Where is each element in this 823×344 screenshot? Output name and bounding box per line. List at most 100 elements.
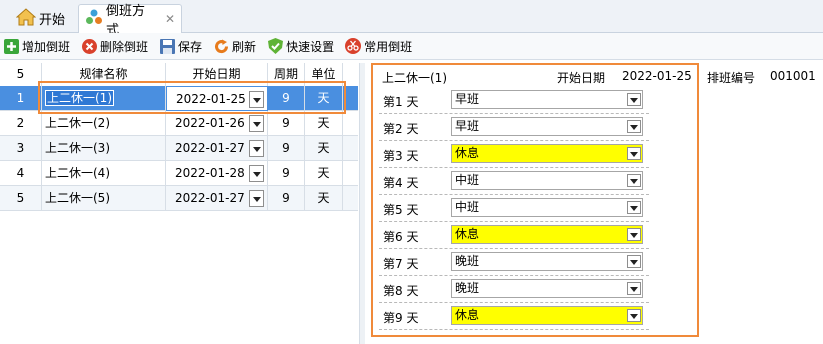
cycle-icon [85, 8, 106, 30]
dropdown-arrow-icon[interactable] [249, 190, 264, 207]
day-label: 第4 天 [383, 176, 419, 190]
day-row: 第9 天 休息 [379, 303, 649, 330]
unit-cell[interactable]: 天 [305, 111, 343, 136]
rule-name-cell[interactable]: 上二休一(5) [42, 186, 166, 211]
delete-shift-label: 删除倒班 [100, 39, 149, 54]
tab-bar: 开始 倒班方式 ✕ [0, 0, 823, 38]
shift-select[interactable]: 中班 [451, 171, 643, 190]
save-icon [159, 38, 175, 54]
splitter[interactable] [359, 63, 365, 344]
start-date[interactable]: 2022-01-26 [175, 116, 245, 130]
row-number: 5 [0, 186, 42, 211]
row-number: 2 [0, 111, 42, 136]
day-row: 第4 天 中班 [379, 168, 649, 195]
delete-icon [81, 38, 97, 54]
detail-date-label: 开始日期 [557, 71, 606, 85]
day-row: 第1 天 早班 [379, 87, 649, 114]
period-cell[interactable]: 9 [268, 161, 305, 186]
dropdown-arrow-icon[interactable] [627, 309, 641, 322]
shift-select[interactable]: 中班 [451, 198, 643, 217]
add-shift-button[interactable]: 增加倒班 [0, 35, 74, 57]
shift-value: 早班 [455, 92, 480, 106]
row-number: 4 [0, 161, 42, 186]
start-date-cell[interactable]: 2022-01-27 [166, 136, 268, 161]
day-row: 第2 天 早班 [379, 114, 649, 141]
shift-select[interactable]: 晚班 [451, 279, 643, 298]
day-label: 第1 天 [383, 95, 419, 109]
start-date-cell[interactable]: 2022-01-26 [166, 111, 268, 136]
shift-select[interactable]: 休息 [451, 225, 643, 244]
day-label: 第3 天 [383, 149, 419, 163]
dropdown-arrow-icon[interactable] [627, 174, 641, 187]
quick-settings-button[interactable]: 快速设置 [264, 35, 338, 57]
shield-check-icon [267, 38, 283, 54]
shift-select[interactable]: 早班 [451, 117, 643, 136]
shift-select[interactable]: 晚班 [451, 252, 643, 271]
shift-value: 晚班 [455, 281, 480, 295]
refresh-button[interactable]: 刷新 [210, 35, 260, 57]
shift-select[interactable]: 早班 [451, 90, 643, 109]
dropdown-arrow-icon[interactable] [249, 140, 264, 157]
row-number: 1 [0, 86, 42, 111]
day-label: 第6 天 [383, 230, 419, 244]
shift-value: 中班 [455, 200, 480, 214]
refresh-icon [213, 38, 229, 54]
day-row: 第3 天 休息 [379, 141, 649, 168]
dropdown-arrow-icon[interactable] [627, 147, 641, 160]
table-row[interactable]: 4 上二休一(4) 2022-01-28 9 天 [0, 161, 358, 186]
start-date[interactable]: 2022-01-27 [175, 191, 245, 205]
tab-home-label: 开始 [39, 13, 66, 28]
table-row[interactable]: 5 上二休一(5) 2022-01-27 9 天 [0, 186, 358, 211]
detail-title: 上二休一(1) [382, 71, 447, 85]
start-date-cell[interactable]: 2022-01-28 [166, 161, 268, 186]
delete-shift-button[interactable]: 删除倒班 [78, 35, 152, 57]
unit-cell[interactable]: 天 [305, 161, 343, 186]
schedule-code: 001001 [770, 69, 816, 83]
rule-name-cell[interactable]: 上二休一(3) [42, 136, 166, 161]
shift-value: 晚班 [455, 254, 480, 268]
dropdown-arrow-icon[interactable] [627, 228, 641, 241]
period-cell[interactable]: 9 [268, 136, 305, 161]
shift-select[interactable]: 休息 [451, 144, 643, 163]
period-cell[interactable]: 9 [268, 186, 305, 211]
rule-name-cell[interactable]: 上二休一(4) [42, 161, 166, 186]
shift-select[interactable]: 休息 [451, 306, 643, 325]
day-row: 第6 天 休息 [379, 222, 649, 249]
tab-shift-mode[interactable]: 倒班方式 ✕ [78, 4, 182, 38]
home-icon [15, 7, 39, 30]
start-date[interactable]: 2022-01-27 [175, 141, 245, 155]
dropdown-arrow-icon[interactable] [249, 165, 264, 182]
scissors-icon [345, 38, 362, 54]
table-row[interactable]: 3 上二休一(3) 2022-01-27 9 天 [0, 136, 358, 161]
unit-cell[interactable]: 天 [305, 136, 343, 161]
row-number: 3 [0, 136, 42, 161]
unit-cell[interactable]: 天 [305, 186, 343, 211]
table-row[interactable]: 2 上二休一(2) 2022-01-26 9 天 [0, 111, 358, 136]
day-label: 第8 天 [383, 284, 419, 298]
save-button[interactable]: 保存 [156, 35, 206, 57]
period-cell[interactable]: 9 [268, 111, 305, 136]
start-date[interactable]: 2022-01-28 [175, 166, 245, 180]
detail-date: 2022-01-25 [622, 69, 692, 83]
dropdown-arrow-icon[interactable] [627, 255, 641, 268]
dropdown-arrow-icon[interactable] [627, 201, 641, 214]
refresh-label: 刷新 [232, 39, 257, 54]
dropdown-arrow-icon[interactable] [627, 120, 641, 133]
rule-name-cell[interactable]: 上二休一(2) [42, 111, 166, 136]
highlight-box [38, 81, 346, 114]
row-count: 5 [0, 63, 42, 87]
schedule-code-label: 排班编号 [707, 71, 756, 85]
dropdown-arrow-icon[interactable] [627, 93, 641, 106]
toolbar: 增加倒班 删除倒班 保存 刷新 快速设置 常用倒班 [0, 33, 823, 60]
start-date-cell[interactable]: 2022-01-27 [166, 186, 268, 211]
common-shifts-button[interactable]: 常用倒班 [342, 35, 416, 57]
day-label: 第7 天 [383, 257, 419, 271]
shift-value: 休息 [455, 308, 480, 322]
tab-home[interactable]: 开始 [10, 4, 71, 33]
common-shifts-label: 常用倒班 [364, 39, 413, 54]
add-shift-label: 增加倒班 [22, 39, 71, 54]
day-label: 第5 天 [383, 203, 419, 217]
dropdown-arrow-icon[interactable] [249, 115, 264, 132]
close-icon[interactable]: ✕ [165, 12, 175, 26]
dropdown-arrow-icon[interactable] [627, 282, 641, 295]
